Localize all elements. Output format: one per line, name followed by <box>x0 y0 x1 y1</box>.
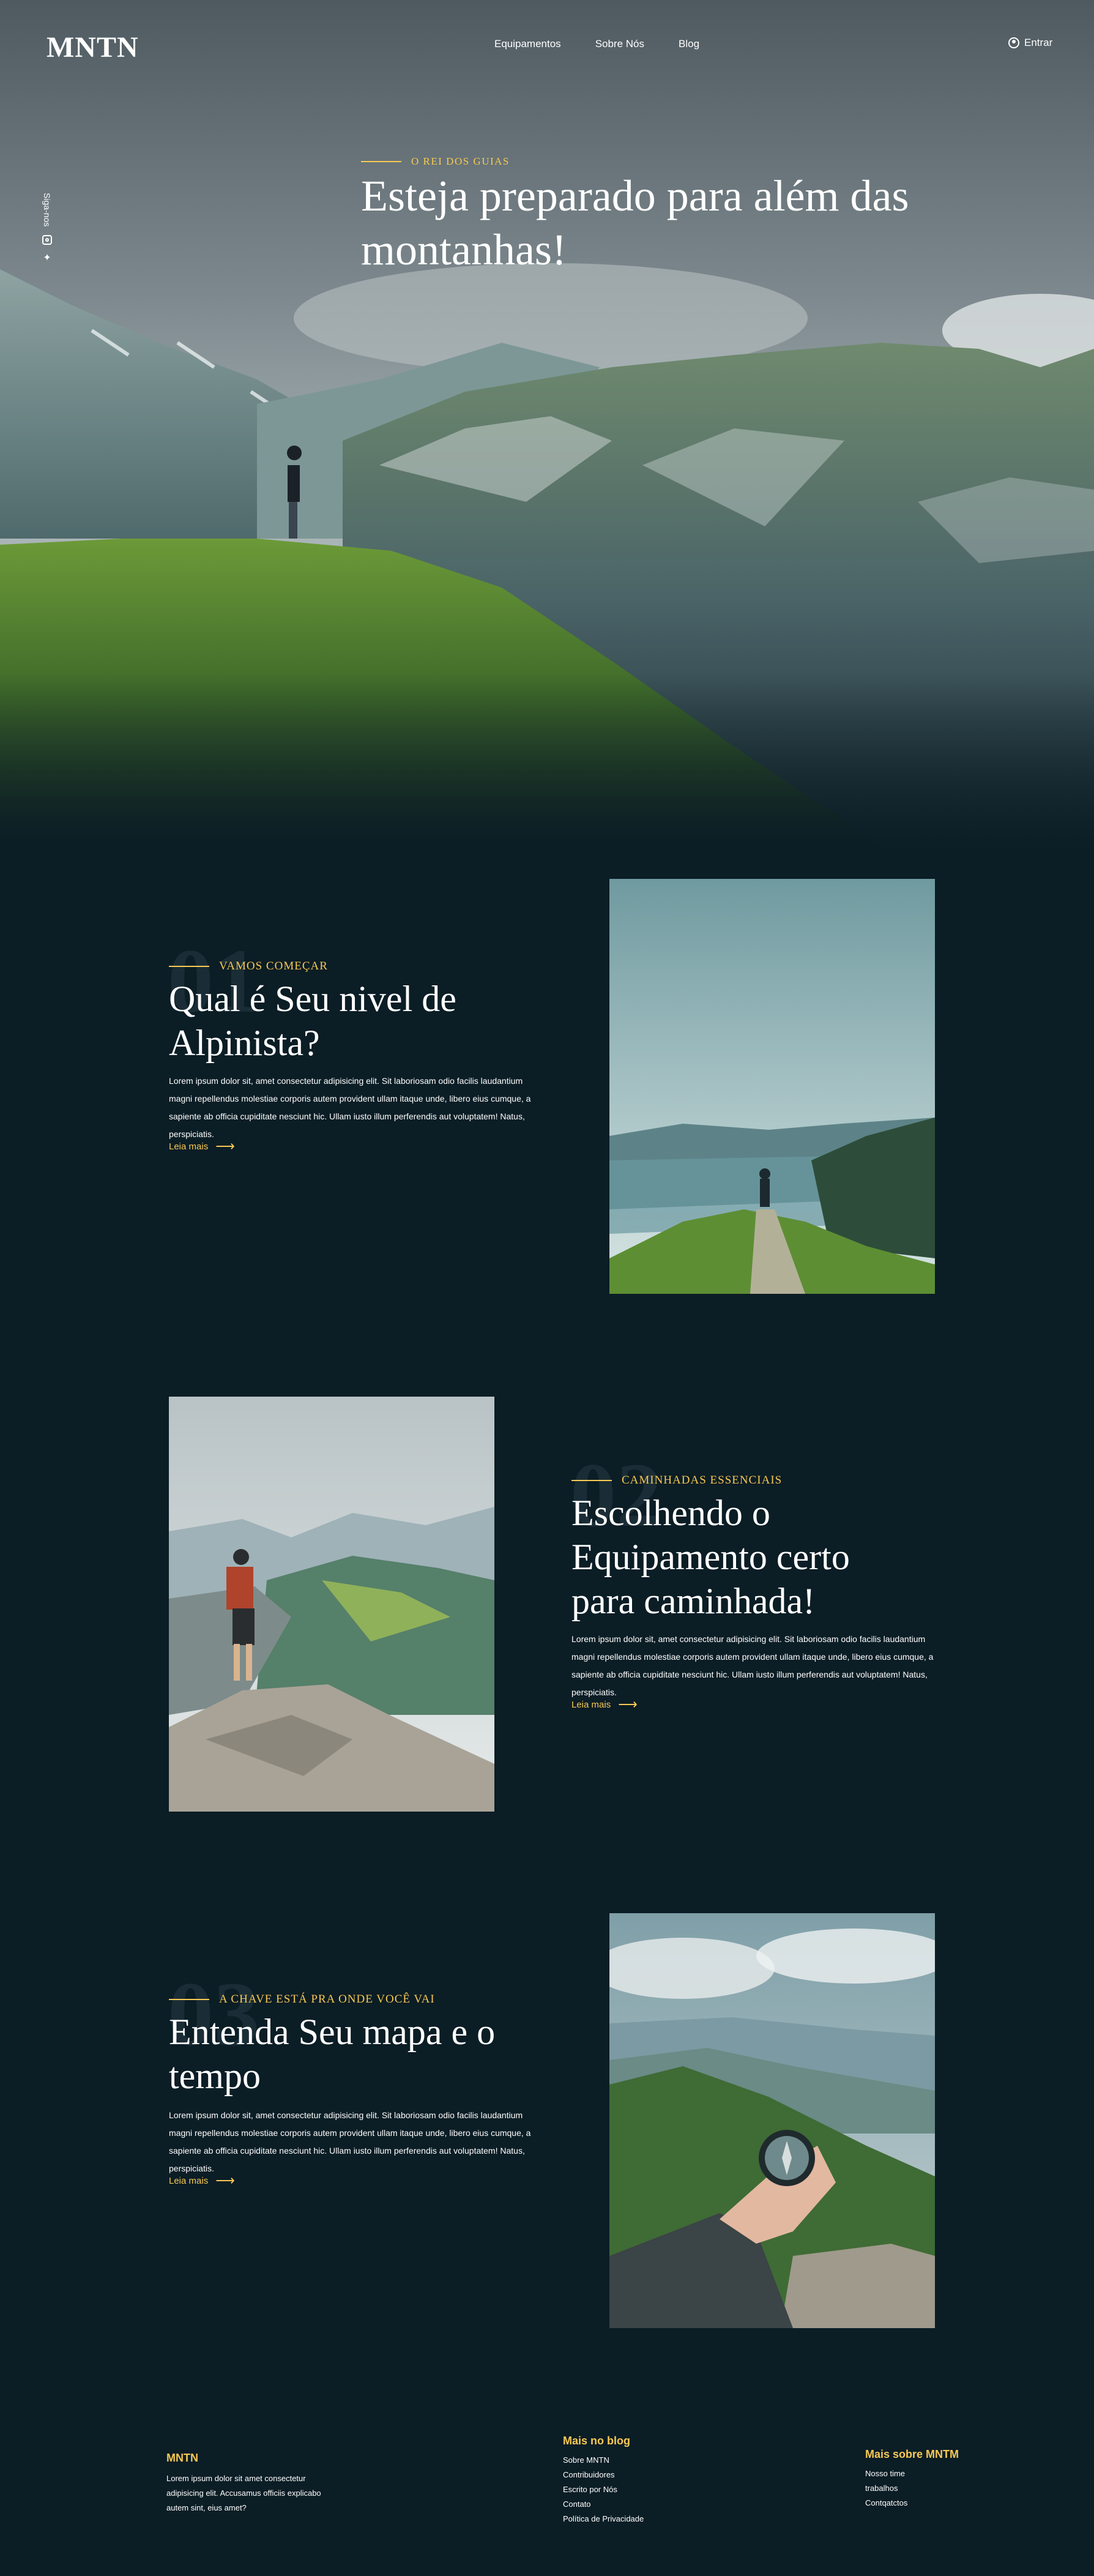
feature-eyebrow: CAMINHADAS ESSENCIAIS <box>571 1474 782 1487</box>
feature-body: Lorem ipsum dolor sit, amet consectetur … <box>169 2110 531 2173</box>
footer-link[interactable]: Contato <box>563 2497 644 2512</box>
eyebrow-line <box>169 966 209 967</box>
feature-title: Qual é Seu nivel de Alpinista? <box>169 979 456 1063</box>
hero-eyebrow-text: O REI DOS GUIAS <box>411 155 510 167</box>
feature-eyebrow-text: A CHAVE ESTÁ PRA ONDE VOCÊ VAI <box>219 1993 435 2006</box>
feature-section-02: 02 CAMINHADAS ESSENCIAIS Escolhendo o Eq… <box>0 1304 1094 1824</box>
footer-link-text[interactable]: Nosso time <box>865 2469 905 2478</box>
feature-photo-hiker-rock <box>169 1397 494 1812</box>
footer-blog-links: Sobre MNTN Contribuidores Escrito por Nó… <box>563 2453 644 2526</box>
feature-title: Escolhendo o Equipamento certo para cami… <box>571 1493 850 1621</box>
hero-eyebrow: O REI DOS GUIAS <box>361 155 510 168</box>
hero-title: Esteja preparado para além das montanhas… <box>361 171 909 274</box>
feature-body: Lorem ipsum dolor sit, amet consectetur … <box>571 1634 934 1697</box>
nav-link-sobre-nos[interactable]: Sobre Nós <box>595 38 644 50</box>
footer-link[interactable]: Nosso time <box>865 2466 907 2481</box>
follow-label: Siga-nos <box>42 193 52 227</box>
footer-brand-text: Lorem ipsum dolor sit amet consectetur a… <box>166 2474 321 2512</box>
read-more-label: Leia mais <box>169 1141 209 1152</box>
nav-link-equipamentos[interactable]: Equipamentos <box>494 38 561 50</box>
read-more-link[interactable]: Leia mais ⟶ <box>571 1698 638 1711</box>
login-label: Entrar <box>1024 37 1053 48</box>
footer-blog-heading: Mais no blog <box>563 2435 630 2447</box>
main-nav: Equipamentos Sobre Nós Blog <box>494 38 699 50</box>
user-icon <box>1008 37 1019 48</box>
arrow-right-icon: ⟶ <box>215 1138 235 1154</box>
hero-mountain-image <box>0 0 1094 851</box>
read-more-label: Leia mais <box>169 2175 209 2186</box>
feature-section-03: 03 A CHAVE ESTÁ PRA ONDE VOCÊ VAI Entend… <box>0 1824 1094 2344</box>
footer-link-text[interactable]: trabalhos <box>865 2484 898 2493</box>
footer-link-text[interactable]: Contqatctos <box>865 2498 907 2507</box>
feature-section-01: 01 VAMOS COMEÇAR Qual é Seu nivel de Alp… <box>0 851 1094 1304</box>
feature-eyebrow-text: CAMINHADAS ESSENCIAIS <box>622 1474 783 1487</box>
feature-photo-compass <box>609 1913 935 2328</box>
footer-link[interactable]: Contqatctos <box>865 2496 907 2511</box>
arrow-right-icon: ⟶ <box>618 1697 638 1712</box>
footer: MNTN Lorem ipsum dolor sit amet consecte… <box>0 2405 1094 2576</box>
instagram-icon[interactable] <box>42 235 52 245</box>
footer-brand[interactable]: MNTN <box>166 2452 198 2465</box>
hero-section: MNTN Equipamentos Sobre Nós Blog Entrar … <box>0 0 1094 851</box>
footer-link[interactable]: Política de Privacidade <box>563 2512 644 2526</box>
feature-body: Lorem ipsum dolor sit, amet consectetur … <box>169 1076 531 1139</box>
hiker-on-rock-image <box>169 1397 494 1812</box>
read-more-link[interactable]: Leia mais ⟶ <box>169 1140 235 1153</box>
footer-link-text[interactable]: Política de Privacidade <box>563 2514 644 2523</box>
compass-hand-image <box>609 1913 935 2328</box>
twitter-icon[interactable]: ✦ <box>43 253 51 263</box>
read-more-link[interactable]: Leia mais ⟶ <box>169 2174 235 2187</box>
eyebrow-line <box>169 1999 209 2000</box>
footer-link[interactable]: Sobre MNTN <box>563 2453 644 2468</box>
logo[interactable]: MNTN <box>47 31 139 64</box>
social-bar: Siga-nos ✦ <box>39 193 55 263</box>
feature-photo-trail <box>609 879 935 1294</box>
trail-hiker-image <box>609 879 935 1294</box>
arrow-right-icon: ⟶ <box>215 2173 235 2188</box>
footer-link-text[interactable]: Contato <box>563 2499 591 2509</box>
footer-link-text[interactable]: Escrito por Nós <box>563 2485 617 2494</box>
footer-link[interactable]: Escrito por Nós <box>563 2482 644 2497</box>
footer-more-heading: Mais sobre MNTM <box>865 2448 959 2460</box>
footer-link[interactable]: Contribuidores <box>563 2468 644 2482</box>
feature-eyebrow: A CHAVE ESTÁ PRA ONDE VOCÊ VAI <box>169 1993 435 2006</box>
footer-more-links: Nosso time trabalhos Contqatctos <box>865 2466 907 2511</box>
feature-title: Entenda Seu mapa e o tempo <box>169 2012 496 2096</box>
eyebrow-line <box>571 1480 612 1481</box>
login-button[interactable]: Entrar <box>1008 37 1052 49</box>
footer-link-text[interactable]: Sobre MNTN <box>563 2455 609 2465</box>
feature-eyebrow: VAMOS COMEÇAR <box>169 960 328 973</box>
footer-link[interactable]: trabalhos <box>865 2481 907 2496</box>
read-more-label: Leia mais <box>571 1699 611 1710</box>
footer-link-text[interactable]: Contribuidores <box>563 2470 615 2479</box>
eyebrow-line <box>361 161 401 162</box>
nav-link-blog[interactable]: Blog <box>679 38 699 50</box>
feature-eyebrow-text: VAMOS COMEÇAR <box>219 960 328 973</box>
